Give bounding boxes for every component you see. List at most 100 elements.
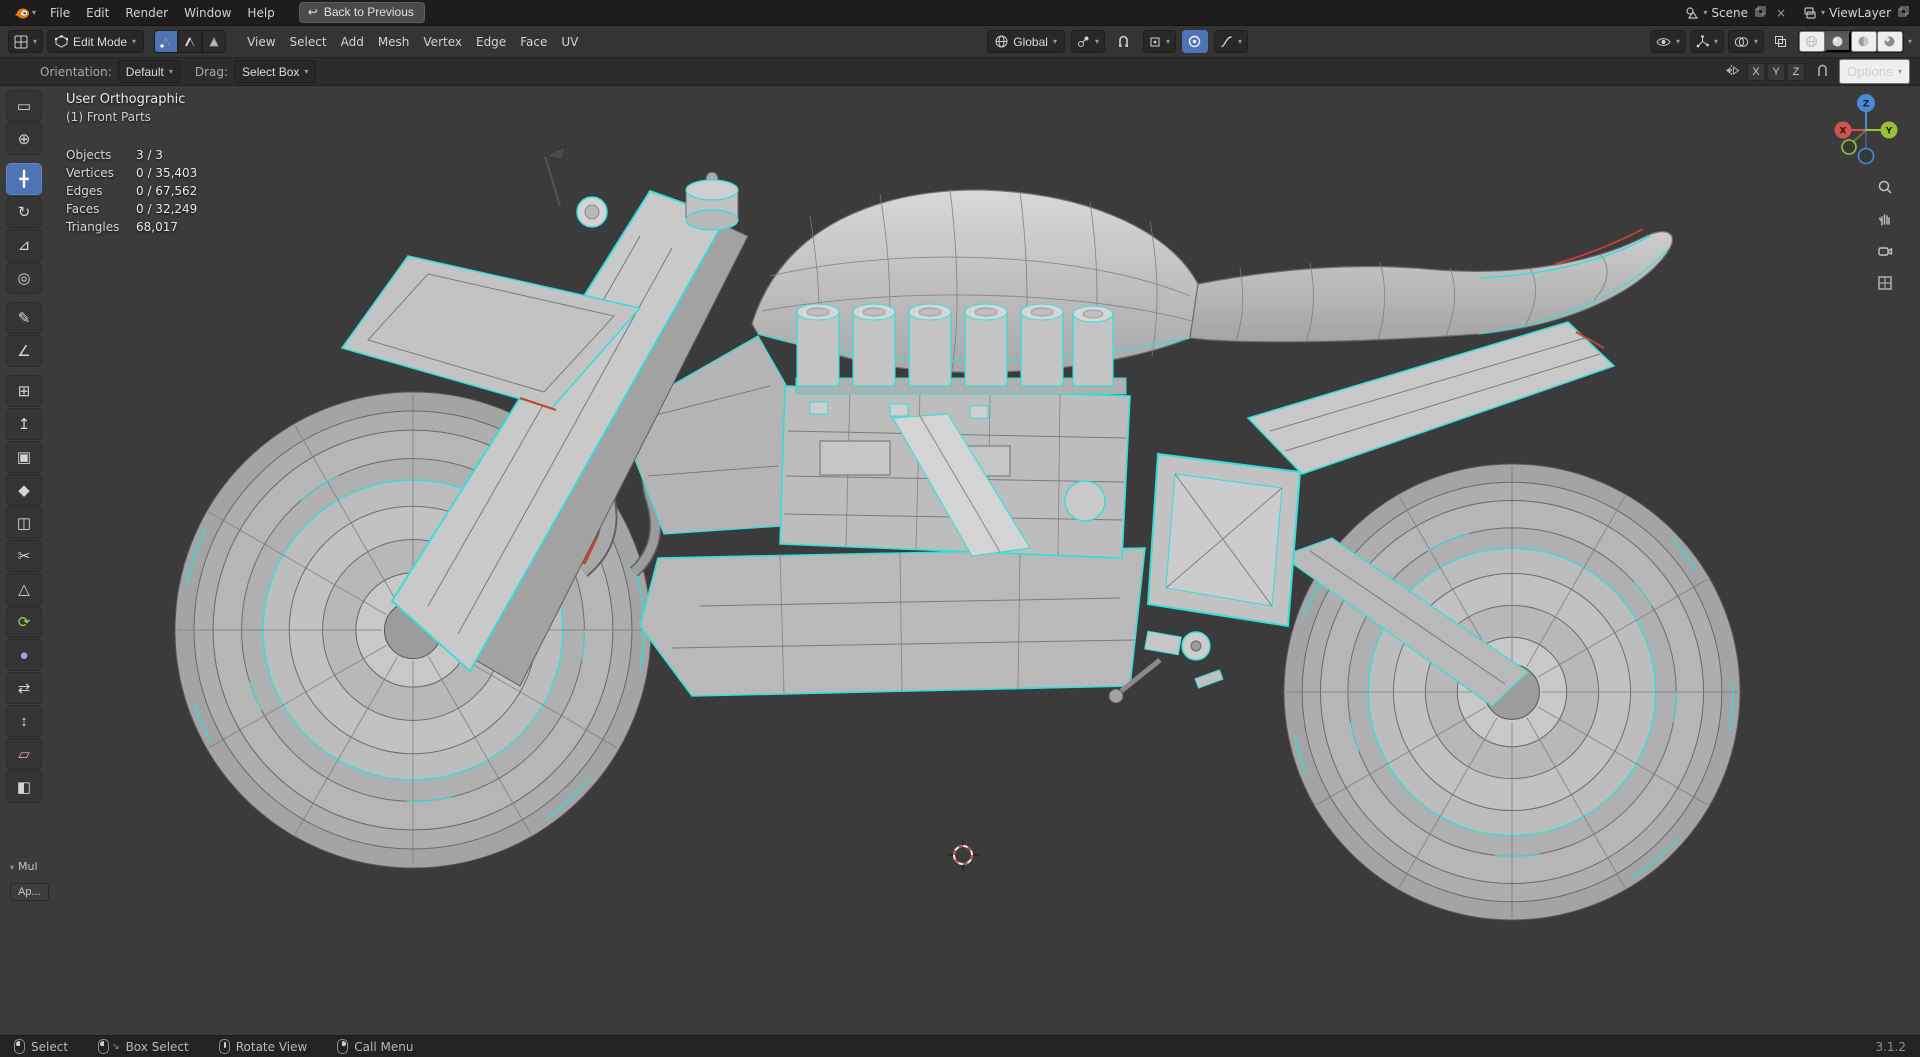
- camera-view-button[interactable]: [1872, 238, 1898, 264]
- blender-logo-menu[interactable]: ▾: [8, 4, 42, 22]
- scene-name: Scene: [1711, 6, 1748, 20]
- solid-shading-button[interactable]: [1825, 31, 1851, 52]
- edge-select-button[interactable]: [178, 30, 202, 53]
- toolbar-footer: ▾Mul Ap...: [10, 860, 49, 901]
- snap-settings-dropdown[interactable]: ▾: [1143, 30, 1176, 53]
- collapsed-panel-header[interactable]: ▾Mul: [10, 860, 49, 873]
- chevron-down-icon: ▾: [1714, 38, 1718, 46]
- chevron-down-icon[interactable]: ▾: [1908, 38, 1912, 46]
- vertex-select-button[interactable]: [154, 30, 178, 53]
- viewport-canvas[interactable]: [0, 86, 1920, 1035]
- editor-type-dropdown[interactable]: ▾: [8, 30, 43, 53]
- grid-icon: [1877, 275, 1893, 291]
- menu-window[interactable]: Window: [176, 2, 239, 24]
- viewport[interactable]: ▭ ⊕ ╋ ↻ ⊿ ◎ ✎ ∠ ⊞ ↥ ▣ ◆ ◫ ✂ △ ⟳ ● ⇄ ↕ ▱ …: [0, 86, 1920, 1035]
- unlink-scene-button[interactable]: ×: [1773, 6, 1789, 20]
- chevron-down-icon: ▾: [1166, 38, 1170, 46]
- overlays-dropdown[interactable]: ▾: [1728, 30, 1764, 53]
- menu-mesh[interactable]: Mesh: [371, 31, 417, 53]
- tool-scale[interactable]: ⊿: [6, 229, 42, 261]
- scale-icon: ⊿: [18, 236, 31, 254]
- menu-render[interactable]: Render: [117, 2, 176, 24]
- pan-button[interactable]: [1872, 206, 1898, 232]
- tool-spin[interactable]: ⟳: [6, 606, 42, 638]
- tool-extrude-region[interactable]: ↥: [6, 408, 42, 440]
- menu-help[interactable]: Help: [239, 2, 282, 24]
- tool-edge-slide[interactable]: ⇄: [6, 672, 42, 704]
- tool-options-dropdown[interactable]: Options ▾: [1839, 59, 1910, 84]
- tool-rip-region[interactable]: ◧: [6, 771, 42, 803]
- tool-measure[interactable]: ∠: [6, 335, 42, 367]
- tool-orientation-dropdown[interactable]: Default ▾: [118, 60, 181, 83]
- tool-options-label: Options: [1847, 64, 1893, 79]
- mode-dropdown[interactable]: Edit Mode ▾: [47, 30, 144, 53]
- menu-view[interactable]: View: [240, 31, 282, 53]
- mirror-x-toggle[interactable]: X: [1747, 63, 1765, 81]
- transform-orientation-dropdown[interactable]: Global ▾: [987, 30, 1065, 53]
- menu-face[interactable]: Face: [513, 31, 554, 53]
- tool-shear[interactable]: ▱: [6, 738, 42, 770]
- rendered-shading-button[interactable]: [1877, 31, 1903, 52]
- tool-move[interactable]: ╋: [6, 163, 42, 195]
- hint-call-menu: Call Menu: [337, 1039, 413, 1054]
- engine-block: [780, 386, 1130, 558]
- tool-smooth[interactable]: ●: [6, 639, 42, 671]
- face-select-button[interactable]: [202, 30, 226, 53]
- xray-toggle[interactable]: [1768, 30, 1794, 53]
- wireframe-shading-button[interactable]: [1799, 31, 1825, 52]
- menu-edit[interactable]: Edit: [78, 2, 117, 24]
- move-icon: ╋: [19, 170, 28, 188]
- tool-rotate[interactable]: ↻: [6, 196, 42, 228]
- gizmo-minus-z-axis[interactable]: [1859, 149, 1874, 164]
- tool-transform[interactable]: ◎: [6, 262, 42, 294]
- rendered-shading-icon: [1883, 35, 1896, 48]
- tool-poly-build[interactable]: △: [6, 573, 42, 605]
- scene-selector[interactable]: ▾ Scene ×: [1685, 6, 1789, 20]
- proportional-editing-toggle[interactable]: [1182, 30, 1208, 53]
- menu-vertex[interactable]: Vertex: [416, 31, 469, 53]
- new-scene-button[interactable]: [1752, 6, 1769, 20]
- menu-add[interactable]: Add: [334, 31, 371, 53]
- menu-uv[interactable]: UV: [554, 31, 585, 53]
- add-cube-icon: ⊞: [18, 382, 31, 400]
- proportional-falloff-dropdown[interactable]: ▾: [1214, 30, 1248, 53]
- tool-annotate[interactable]: ✎: [6, 302, 42, 334]
- pivot-point-dropdown[interactable]: ▾: [1071, 30, 1105, 53]
- gizmos-dropdown[interactable]: ▾: [1690, 30, 1724, 53]
- orientation-dropdown-label: Global: [1013, 35, 1048, 49]
- tool-knife[interactable]: ✂: [6, 540, 42, 572]
- left-mouse-drag-icon: [98, 1039, 109, 1054]
- navigation-gizmo[interactable]: Z X Y: [1826, 90, 1906, 170]
- perspective-toggle-button[interactable]: [1872, 270, 1898, 296]
- tool-add-cube[interactable]: ⊞: [6, 375, 42, 407]
- object-visibility-dropdown[interactable]: ▾: [1650, 30, 1686, 53]
- tool-shrink-fatten[interactable]: ↕: [6, 705, 42, 737]
- tool-select-box[interactable]: ▭: [6, 90, 42, 122]
- tool-loop-cut[interactable]: ◫: [6, 507, 42, 539]
- magnet-icon: [1117, 35, 1130, 48]
- snap-toggle[interactable]: [1111, 30, 1137, 53]
- tool-cursor[interactable]: ⊕: [6, 123, 42, 155]
- apply-button[interactable]: Ap...: [10, 883, 49, 901]
- viewlayer-selector[interactable]: ▾ ViewLayer: [1803, 6, 1912, 20]
- stat-value: 3 / 3: [136, 148, 197, 162]
- mirror-y-toggle[interactable]: Y: [1767, 63, 1785, 81]
- drag-label: Drag:: [195, 65, 228, 79]
- loop-cut-icon: ◫: [17, 514, 31, 532]
- new-viewlayer-button[interactable]: [1895, 6, 1912, 20]
- mirror-z-toggle[interactable]: Z: [1787, 63, 1805, 81]
- hint-select-label: Select: [31, 1040, 68, 1054]
- tool-inset-faces[interactable]: ▣: [6, 441, 42, 473]
- gizmo-minus-y-axis[interactable]: [1842, 140, 1856, 154]
- stat-value: 0 / 67,562: [136, 184, 197, 198]
- menu-edge[interactable]: Edge: [469, 31, 513, 53]
- material-shading-button[interactable]: [1851, 31, 1877, 52]
- solid-shading-icon: [1831, 35, 1844, 48]
- drag-mode-dropdown[interactable]: Select Box ▾: [234, 60, 316, 83]
- hint-box-select: ↘ Box Select: [98, 1039, 189, 1054]
- zoom-button[interactable]: [1872, 174, 1898, 200]
- menu-select[interactable]: Select: [283, 31, 334, 53]
- menu-file[interactable]: File: [42, 2, 78, 24]
- tool-bevel[interactable]: ◆: [6, 474, 42, 506]
- back-to-previous-button[interactable]: ↩ Back to Previous: [299, 2, 425, 23]
